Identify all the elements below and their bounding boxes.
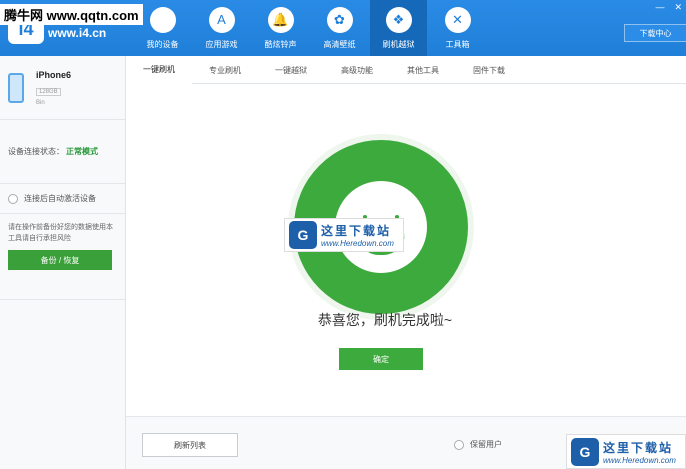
- logo-url: www.i4.cn: [48, 26, 107, 40]
- connection-value: 正常模式: [66, 147, 98, 156]
- connection-status: 设备连接状态： 正常模式: [0, 120, 125, 184]
- app-store-icon: A: [208, 6, 235, 33]
- backup-restore-button[interactable]: 备份 / 恢复: [8, 250, 112, 270]
- dropbox-icon: ❖: [385, 6, 412, 33]
- tab-one-click-flash[interactable]: 一键刷机: [126, 56, 192, 84]
- site-watermark: 腾牛网 www.qqtn.com: [0, 4, 143, 25]
- nav-flash-jailbreak[interactable]: ❖ 刷机越狱: [370, 0, 427, 56]
- phone-icon: [8, 72, 24, 103]
- download-center-button[interactable]: 下载中心: [624, 24, 686, 42]
- auto-activate-label: 连接后自动激活设备: [24, 194, 96, 203]
- sidebar: iPhone6 128GB Bin 设备连接状态： 正常模式 连接后自动激活设备…: [0, 56, 126, 469]
- nav-apps-games[interactable]: A 应用游戏: [193, 0, 250, 56]
- device-capacity: 128GB: [36, 87, 61, 96]
- tab-one-click-jailbreak[interactable]: 一键越狱: [258, 56, 324, 84]
- watermark-logo-icon: G: [289, 221, 317, 249]
- apple-icon: [149, 6, 176, 33]
- device-name: iPhone6: [36, 69, 72, 80]
- watermark-corner: G 这里下载站 www.Heredown.com: [566, 434, 686, 469]
- sub-tabs: 一键刷机 专业刷机 一键越狱 高级功能 其他工具 固件下载: [126, 56, 686, 84]
- app-header: i4 www.i4.cn 腾牛网 www.qqtn.com 我的设备 A 应用游…: [0, 0, 686, 56]
- backup-panel: 请在操作前备份好您的数据使用本工具请自行承担风险 备份 / 恢复: [0, 214, 125, 300]
- nav-wallpapers[interactable]: ✿ 高清壁纸: [311, 0, 368, 56]
- success-message: 恭喜您，刷机完成啦~: [317, 312, 453, 328]
- flower-icon: ✿: [326, 6, 353, 33]
- watermark-center: G 这里下载站 www.Heredown.com: [284, 218, 404, 252]
- auto-activate-radio[interactable]: [8, 193, 18, 204]
- watermark-logo-icon: G: [571, 437, 599, 466]
- keep-user-data-option[interactable]: 保留用户: [454, 439, 502, 450]
- tools-icon: ✕: [444, 6, 471, 33]
- nav-toolbox[interactable]: ✕ 工具箱: [429, 0, 486, 56]
- tab-firmware-download[interactable]: 固件下载: [456, 56, 522, 84]
- bell-icon: 🔔: [267, 6, 294, 33]
- keep-data-radio[interactable]: [454, 439, 464, 450]
- auto-activate-option[interactable]: 连接后自动激活设备: [0, 184, 125, 214]
- backup-note: 请在操作前备份好您的数据使用本工具请自行承担风险: [8, 224, 113, 242]
- close-icon[interactable]: ✕: [674, 2, 682, 13]
- device-color: Bin: [36, 99, 45, 106]
- main-nav: 我的设备 A 应用游戏 🔔 酷炫铃声 ✿ 高清壁纸 ❖ 刷机越狱 ✕ 工具箱: [134, 0, 488, 56]
- refresh-list-button[interactable]: 刷新列表: [142, 433, 238, 457]
- main-content: 恭喜您，刷机完成啦~ 确定: [126, 84, 686, 416]
- confirm-button[interactable]: 确定: [339, 348, 423, 370]
- minimize-icon[interactable]: —: [655, 2, 664, 13]
- tab-pro-flash[interactable]: 专业刷机: [192, 56, 258, 84]
- device-info: iPhone6 128GB Bin: [0, 56, 125, 120]
- nav-ringtones[interactable]: 🔔 酷炫铃声: [252, 0, 309, 56]
- window-controls: — ✕: [655, 2, 682, 13]
- tab-advanced[interactable]: 高级功能: [324, 56, 390, 84]
- tab-other-tools[interactable]: 其他工具: [390, 56, 456, 84]
- nav-my-device[interactable]: 我的设备: [134, 0, 191, 56]
- connection-label: 设备连接状态：: [8, 147, 64, 156]
